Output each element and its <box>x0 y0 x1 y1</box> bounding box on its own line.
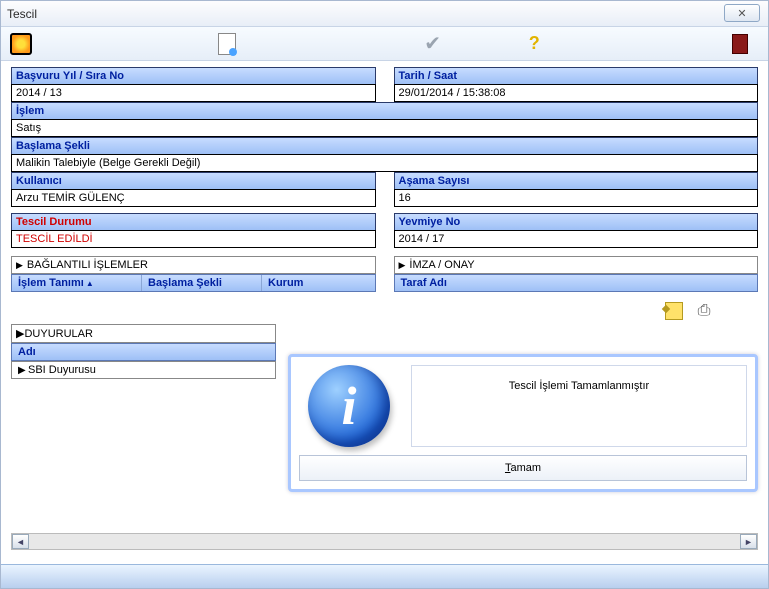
horizontal-scrollbar[interactable]: ◄ ► <box>11 533 758 550</box>
field-tescil-durumu: Tescil Durumu TESCİL EDİLDİ <box>11 213 376 248</box>
print-icon: ⎙ <box>698 302 711 320</box>
field-basvuru: Başvuru Yıl / Sıra No 2014 / 13 <box>11 67 376 102</box>
field-islem: İşlem Satış <box>11 102 758 137</box>
field-asama: Aşama Sayısı 16 <box>394 172 759 207</box>
value-baslama[interactable]: Malikin Talebiyle (Belge Gerekli Değil) <box>11 154 758 172</box>
document-icon <box>218 33 236 55</box>
value-yevmiye[interactable]: 2014 / 17 <box>394 230 759 248</box>
col-islem-tanimi[interactable]: İşlem Tanımı▲ <box>12 275 142 291</box>
toolbar-exit-button[interactable] <box>728 32 752 56</box>
expand-icon: ▶ <box>399 260 406 271</box>
table-title-right[interactable]: ▶İMZA / ONAY <box>394 256 759 274</box>
label-islem: İşlem <box>11 102 758 119</box>
form-area: Başvuru Yıl / Sıra No 2014 / 13 Tarih / … <box>1 61 768 252</box>
main-toolbar: ✔ ? <box>1 27 768 61</box>
expand-icon: ▶ <box>16 327 24 340</box>
label-tescil-durumu: Tescil Durumu <box>11 213 376 230</box>
toolbar-document-button[interactable] <box>215 32 239 56</box>
window-title: Tescil <box>7 7 37 21</box>
app-window: Tescil ✕ ✔ ? Başvuru Yıl / Sıra No 2014 … <box>0 0 769 589</box>
col-baslama-sekli[interactable]: Başlama Şekli <box>142 275 262 291</box>
field-tarih: Tarih / Saat 29/01/2014 / 15:38:08 <box>394 67 759 102</box>
table-imza-onay: ▶İMZA / ONAY Taraf Adı <box>394 256 759 292</box>
close-icon: ✕ <box>737 7 746 20</box>
scroll-left-button[interactable]: ◄ <box>12 534 29 549</box>
col-kurum[interactable]: Kurum <box>262 275 375 291</box>
label-kullanici: Kullanıcı <box>11 172 376 189</box>
help-icon: ? <box>529 33 540 54</box>
scroll-track[interactable] <box>29 534 740 549</box>
duyuru-row-text: SBI Duyurusu <box>28 364 96 376</box>
status-bar <box>1 564 768 588</box>
label-basvuru: Başvuru Yıl / Sıra No <box>11 67 376 84</box>
note-icon <box>665 302 683 320</box>
list-item[interactable]: ▶SBI Duyurusu <box>11 361 276 379</box>
value-islem[interactable]: Satış <box>11 119 758 137</box>
check-icon: ✔ <box>424 31 441 56</box>
info-dialog: i Tescil İşlemi Tamamlanmıştır Tamam <box>288 354 758 492</box>
row-pointer-icon: ▶ <box>18 365 28 376</box>
col-taraf-adi[interactable]: Taraf Adı <box>395 275 758 291</box>
toolbar-sun-button[interactable] <box>9 32 33 56</box>
toolbar-confirm-button[interactable]: ✔ <box>421 32 445 56</box>
expand-icon: ▶ <box>16 260 23 271</box>
table-title-left[interactable]: ▶BAĞLANTILI İŞLEMLER <box>11 256 376 274</box>
value-tescil-durumu[interactable]: TESCİL EDİLDİ <box>11 230 376 248</box>
mini-toolbar: ⎙ <box>11 298 758 324</box>
dialog-icon-cell: i <box>299 365 399 447</box>
duyurular-title[interactable]: ▶DUYURULAR <box>11 324 276 343</box>
table-header-right: Taraf Adı <box>394 274 759 292</box>
sun-icon <box>10 33 32 55</box>
ok-button[interactable]: Tamam <box>299 455 747 481</box>
info-icon: i <box>308 365 390 447</box>
note-button[interactable] <box>664 301 684 321</box>
linked-tables: ▶BAĞLANTILI İŞLEMLER İşlem Tanımı▲ Başla… <box>1 252 768 292</box>
field-yevmiye: Yevmiye No 2014 / 17 <box>394 213 759 248</box>
table-baglantili-islemler: ▶BAĞLANTILI İŞLEMLER İşlem Tanımı▲ Başla… <box>11 256 376 292</box>
close-button[interactable]: ✕ <box>724 4 760 22</box>
scroll-right-button[interactable]: ► <box>740 534 757 549</box>
dialog-message: Tescil İşlemi Tamamlanmıştır <box>411 365 747 447</box>
field-baslama: Başlama Şekli Malikin Talebiyle (Belge G… <box>11 137 758 172</box>
label-asama: Aşama Sayısı <box>394 172 759 189</box>
titlebar: Tescil ✕ <box>1 1 768 27</box>
field-kullanici: Kullanıcı Arzu TEMİR GÜLENÇ <box>11 172 376 207</box>
label-baslama: Başlama Şekli <box>11 137 758 154</box>
table-header-left: İşlem Tanımı▲ Başlama Şekli Kurum <box>11 274 376 292</box>
value-tarih[interactable]: 29/01/2014 / 15:38:08 <box>394 84 759 102</box>
label-yevmiye: Yevmiye No <box>394 213 759 230</box>
print-button[interactable]: ⎙ <box>694 301 714 321</box>
label-tarih: Tarih / Saat <box>394 67 759 84</box>
sort-asc-icon: ▲ <box>86 279 94 288</box>
value-basvuru[interactable]: 2014 / 13 <box>11 84 376 102</box>
value-kullanici[interactable]: Arzu TEMİR GÜLENÇ <box>11 189 376 207</box>
duyurular-col-adi[interactable]: Adı <box>11 343 276 361</box>
exit-icon <box>732 34 748 54</box>
toolbar-help-button[interactable]: ? <box>522 32 546 56</box>
value-asama[interactable]: 16 <box>394 189 759 207</box>
